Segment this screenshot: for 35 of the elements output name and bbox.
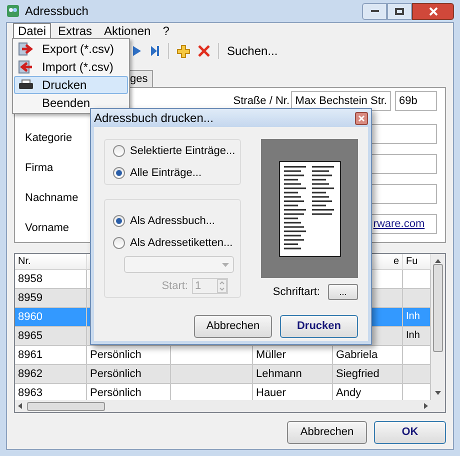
field-label: Straße / Nr. [233,94,288,109]
table-cell: 8962 [18,368,42,380]
table-cell: Persönlich [90,349,142,361]
radio-label: Selektierte Einträge... [130,144,236,159]
table-cell: 8963 [18,387,42,399]
table-cell: Persönlich [90,387,142,399]
table-cell: Inh [406,311,420,322]
table-cell: 8961 [18,349,42,361]
table-cell: Persönlich [90,368,142,380]
start-label: Start: [162,279,188,294]
field-label: Kategorie [25,131,72,146]
table-cell: Siegfried [336,368,380,380]
field-label: Firma [25,161,54,176]
table-cell: 8958 [18,273,42,285]
field-label: Vorname [25,221,70,236]
table-cell: Andy [336,387,362,399]
table-cell: Müller [256,349,286,361]
table-cell: 8965 [18,330,42,342]
menu-entry-label: Export (*.csv) [42,41,114,58]
field-label: Nachname [25,191,78,206]
radio-label: Als Adressetiketten... [130,236,233,250]
menu-entry-label: Drucken [42,77,87,94]
menu-entry-label: Import (*.csv) [42,59,114,76]
dialog-title: Adressbuch drucken... [94,110,214,127]
table-cell: 8959 [18,292,42,304]
radio-label: Als Adressbuch... [130,214,215,229]
table-cell: Lehmann [256,368,302,380]
table-cell: 8960 [18,311,42,323]
table-cell: Gabriela [336,349,378,361]
table-cell: Hauer [256,387,286,399]
font-label: Schriftart: [272,285,320,300]
radio-label: Alle Einträge... [130,166,202,180]
menu-entry-label: Beenden [42,95,90,112]
window-title: Adressbuch [25,3,88,20]
table-cell: Inh [406,330,420,341]
